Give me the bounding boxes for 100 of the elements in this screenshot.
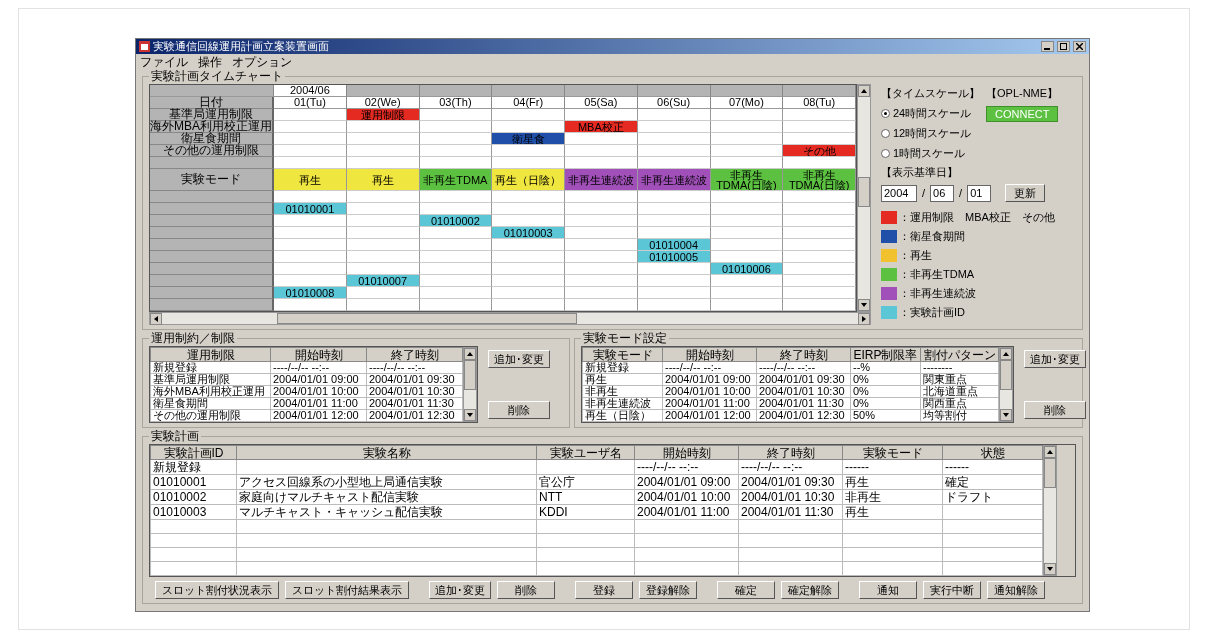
schedule-bar[interactable]: 非再生TDMA(日陰) [710,169,784,191]
delete-button[interactable]: 削除 [488,401,550,419]
table-cell: 再生 [582,373,663,386]
action-button[interactable]: 通知 [859,581,917,599]
scroll-down-button[interactable] [1000,409,1012,421]
scrollbar-thumb[interactable] [1000,360,1012,390]
action-button[interactable]: スロット割付状況表示 [155,581,279,599]
action-button[interactable]: 確定解除 [781,581,839,599]
action-button[interactable]: 登録 [575,581,633,599]
column-header[interactable]: 実験計画ID [150,445,237,460]
schedule-bar[interactable]: 再生（日陰） [492,169,565,191]
scrollbar-thumb[interactable] [464,360,476,390]
column-header[interactable]: 実験ユーザ名 [536,445,635,460]
schedule-bar[interactable]: 01010005 [637,251,711,263]
refresh-button[interactable]: 更新 [1005,184,1046,202]
action-button[interactable]: 登録解除 [639,581,697,599]
maximize-button[interactable] [1057,41,1070,52]
panel-title: 実験計画タイムチャート [150,70,284,83]
table-cell: 確定 [942,474,1043,490]
table-cell: 再生 [842,504,943,520]
table-cell: 0% [850,397,921,410]
minimize-button[interactable] [1041,41,1054,52]
action-button[interactable]: 削除 [497,581,555,599]
scroll-down-button[interactable] [1044,563,1056,575]
action-button[interactable]: 通知解除 [987,581,1045,599]
section-label: 【タイムスケール】 [881,86,980,101]
schedule-bar[interactable]: 01010003 [492,227,565,239]
column-header[interactable]: 開始時刻 [662,347,757,362]
table-cell: 2004/01/01 12:00 [662,409,757,422]
horizontal-scrollbar[interactable] [149,312,871,325]
schedule-bar[interactable]: 01010006 [710,263,784,275]
menu-item[interactable]: ファイル [140,53,188,71]
table-cell: 01010002 [150,489,237,505]
scroll-up-button[interactable] [858,85,870,97]
schedule-bar[interactable]: 01010007 [346,275,420,287]
column-header[interactable]: 実験モード [842,445,943,460]
vertical-scrollbar[interactable] [1043,445,1057,576]
column-header[interactable]: 開始時刻 [634,445,739,460]
schedule-bar[interactable]: 01010008 [274,287,347,299]
add-change-button[interactable]: 追加･変更 [488,350,550,368]
schedule-bar[interactable]: 非再生TDMA [419,169,493,191]
column-header[interactable]: 運用制限 [150,347,271,362]
column-header[interactable]: EIRP制限率 [850,347,921,362]
menu-item[interactable]: 操作 [198,53,222,71]
row-label: 海外MBA利用校正運用 [150,121,274,133]
scroll-left-button[interactable] [150,313,162,325]
schedule-bar[interactable]: 再生 [274,169,347,191]
scroll-down-button[interactable] [858,299,870,311]
table-cell: ----/--/-- --:-- [270,361,367,374]
scroll-up-button[interactable] [1044,446,1056,458]
schedule-bar[interactable]: 01010002 [419,215,493,227]
scrollbar-thumb[interactable] [277,313,577,324]
column-header[interactable]: 割付パターン [920,347,999,362]
column-header[interactable]: 終了時刻 [756,347,851,362]
column-header[interactable]: 開始時刻 [270,347,367,362]
column-header[interactable]: 状態 [942,445,1043,460]
month-field[interactable]: 06 [930,184,955,202]
scale-radio[interactable]: 12時間スケール [881,126,980,141]
scale-radio[interactable]: 24時間スケール [881,106,980,121]
column-header[interactable]: 終了時刻 [366,347,463,362]
scroll-right-button[interactable] [858,313,870,325]
day-header: 08(Tu) [783,97,856,109]
table-cell: マルチキャスト・キャッシュ配信実験 [236,504,537,520]
column-header[interactable]: 終了時刻 [738,445,843,460]
scroll-up-button[interactable] [1000,348,1012,360]
scrollbar-thumb[interactable] [1044,458,1056,488]
schedule-bar[interactable]: 01010001 [274,203,347,215]
delete-button[interactable]: 削除 [1024,401,1086,419]
action-button[interactable]: スロット割付結果表示 [285,581,409,599]
column-header[interactable]: 実験名称 [236,445,537,460]
action-button[interactable]: 確定 [717,581,775,599]
schedule-bar[interactable]: 01010004 [637,239,711,251]
schedule-bar[interactable]: 再生 [346,169,420,191]
close-button[interactable] [1073,41,1086,52]
table-cell: その他の運用制限 [150,409,271,422]
schedule-bar[interactable]: 運用制限 [346,109,420,121]
table-cell: 2004/01/01 10:30 [756,385,851,398]
table-cell: 非再生連続波 [582,397,663,410]
column-header[interactable]: 実験モード [582,347,663,362]
menu-item[interactable]: オプション [232,53,292,71]
app-icon [139,41,150,52]
scrollbar-thumb[interactable] [858,177,870,207]
schedule-bar[interactable]: その他 [783,145,856,157]
table-cell: 衛星食期間 [150,397,271,410]
vertical-scrollbar[interactable] [463,347,477,422]
table-cell: 0% [850,385,921,398]
scroll-up-button[interactable] [464,348,476,360]
year-field[interactable]: 2004 [881,184,917,202]
action-button[interactable]: 実行中断 [923,581,981,599]
schedule-bar[interactable]: 非再生連続波 [637,169,711,191]
schedule-bar[interactable]: MBA校正 [565,121,638,133]
schedule-bar[interactable]: 非再生TDMA(日陰) [783,169,856,191]
vertical-scrollbar[interactable] [999,347,1013,422]
add-change-button[interactable]: 追加･変更 [1024,350,1086,368]
scale-radio[interactable]: 1時間スケール [881,146,980,161]
scroll-down-button[interactable] [464,409,476,421]
action-button[interactable]: 追加･変更 [429,581,491,599]
vertical-scrollbar[interactable] [857,84,871,312]
schedule-bar[interactable]: 非再生連続波 [565,169,638,191]
day-field[interactable]: 01 [967,184,992,202]
